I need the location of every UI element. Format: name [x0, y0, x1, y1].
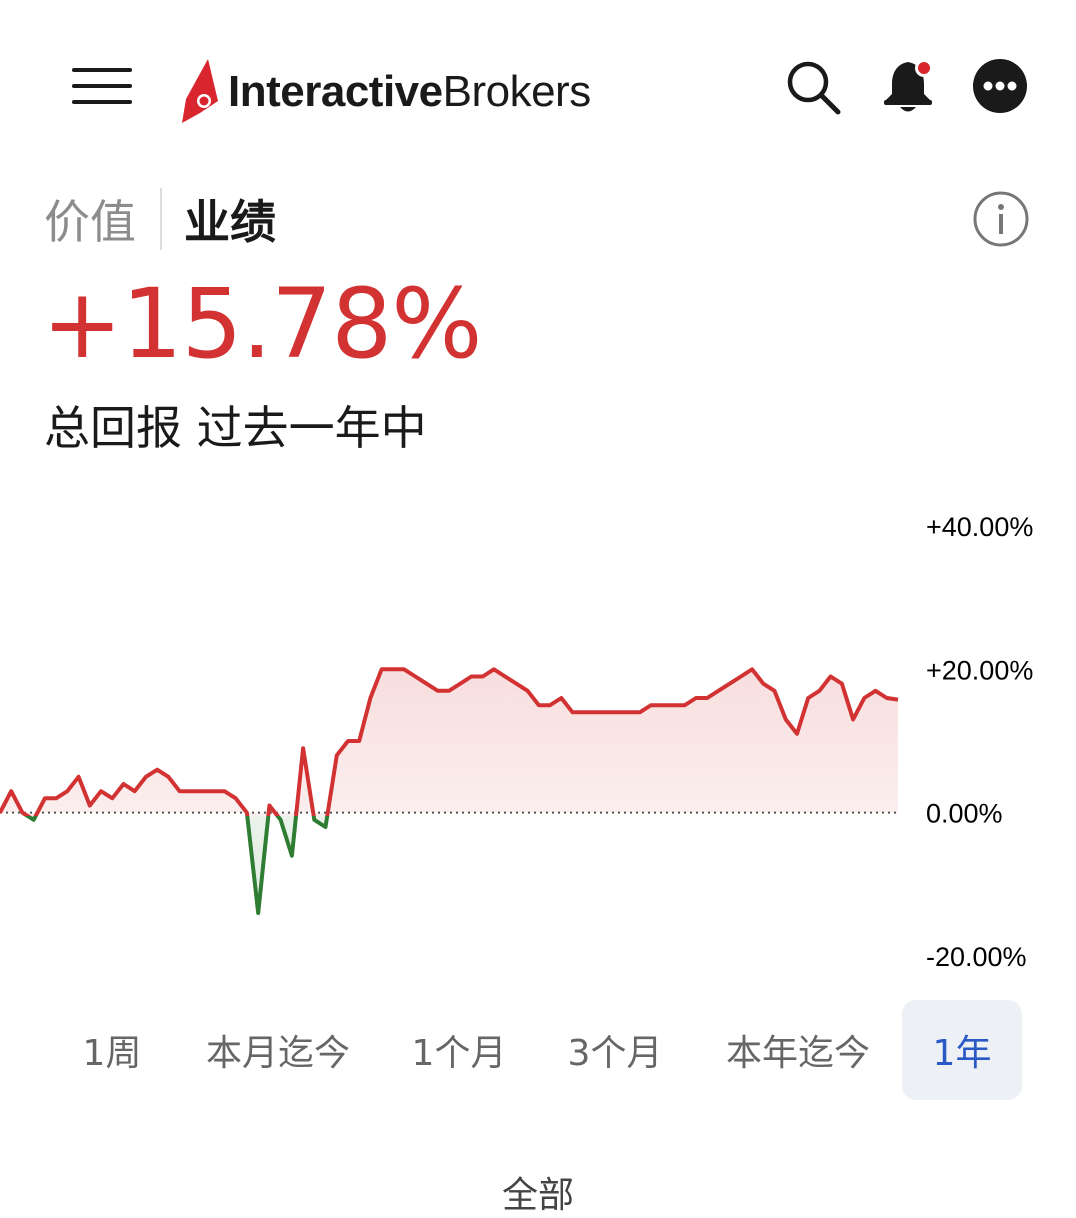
menu-icon-line	[72, 84, 132, 88]
tab-performance[interactable]: 业绩	[184, 186, 276, 252]
search-button[interactable]	[784, 58, 842, 116]
more-icon	[973, 59, 1027, 113]
y-tick-label: 0.00%	[926, 799, 1003, 829]
tab-divider	[160, 188, 162, 250]
tab-value[interactable]: 价值	[44, 186, 136, 252]
menu-button[interactable]	[72, 64, 134, 110]
range-1m[interactable]: 1个月	[396, 1000, 522, 1100]
menu-icon-line	[72, 100, 132, 104]
logo-bold: Interactive	[228, 67, 443, 116]
y-tick-label: +20.00%	[926, 655, 1033, 685]
ib-logo-icon	[182, 59, 218, 123]
range-1y[interactable]: 1年	[902, 1000, 1022, 1100]
info-icon	[973, 191, 1029, 247]
y-tick-label: -20.00%	[926, 942, 1027, 972]
logo-text: InteractiveBrokers	[228, 67, 591, 117]
y-tick-label: +40.00%	[926, 512, 1033, 542]
logo-light: Brokers	[442, 67, 592, 116]
range-selector: 1周 本月迄今 1个月 3个月 本年迄今 1年	[0, 1000, 1076, 1100]
menu-icon	[72, 68, 132, 72]
search-icon	[787, 61, 841, 115]
performance-chart[interactable]: +40.00% +20.00% 0.00% -20.00%	[0, 500, 1076, 980]
total-return-caption: 总回报 过去一年中	[44, 401, 427, 455]
notifications-button[interactable]	[880, 54, 940, 116]
info-button[interactable]	[972, 190, 1030, 248]
range-1w[interactable]: 1周	[60, 1000, 164, 1100]
bell-icon	[884, 59, 933, 112]
notification-dot	[918, 62, 930, 74]
range-ytd[interactable]: 本年迄今	[710, 1000, 886, 1100]
range-mtd[interactable]: 本月迄今	[190, 1000, 366, 1100]
range-3m[interactable]: 3个月	[552, 1000, 678, 1100]
ib-logo[interactable]: InteractiveBrokers	[178, 52, 591, 132]
range-all[interactable]: 全部	[480, 1166, 596, 1218]
more-button[interactable]	[972, 58, 1028, 114]
total-return-value: +15.78%	[42, 268, 482, 380]
